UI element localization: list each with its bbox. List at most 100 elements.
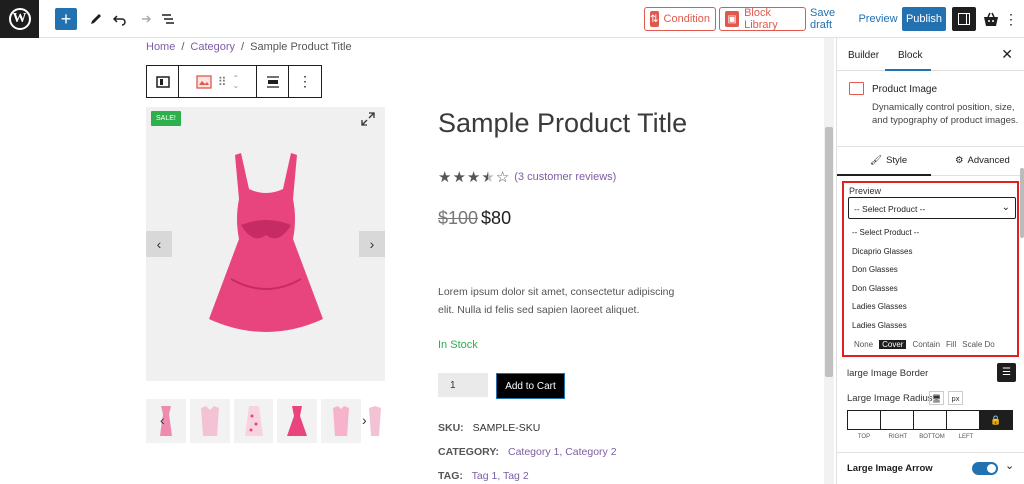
sale-badge: SALE!	[151, 111, 181, 126]
expand-icon[interactable]	[361, 112, 375, 129]
undo-icon[interactable]	[112, 8, 128, 30]
customer-reviews-link[interactable]: (3 customer reviews)	[514, 171, 616, 183]
star-empty-icon: ☆	[495, 169, 510, 186]
woo-basket-icon[interactable]	[982, 8, 1000, 30]
thumbnails-prev-arrow[interactable]: ‹	[160, 412, 165, 428]
drag-handle-icon[interactable]: ⠿	[218, 75, 227, 89]
list-view-icon[interactable]	[160, 8, 176, 30]
block-library-button[interactable]: ▣ Block Library	[719, 7, 806, 31]
category-link[interactable]: Category 2	[565, 446, 616, 458]
dropdown-option[interactable]: Don Glasses	[848, 279, 1016, 298]
object-fit-options: None Cover Contain Fill Scale Do	[854, 340, 995, 349]
lock-icon[interactable]: 🔒	[979, 410, 1013, 430]
object-fit-option[interactable]: Scale Do	[962, 340, 994, 349]
pink-dress-image	[209, 153, 323, 332]
settings-sidebar: Builder Block ✕ Product Image Dynamicall…	[836, 38, 1024, 484]
move-up-down-icon[interactable]: ⌃ ⌄	[233, 74, 240, 89]
radius-label-top: TOP	[857, 434, 871, 440]
thumbnail-4[interactable]	[277, 399, 318, 443]
category-link[interactable]: Category 1	[508, 446, 559, 458]
product-main-image[interactable]: SALE! ‹ ›	[146, 107, 385, 381]
block-type-switcher[interactable]: ⠿ ⌃ ⌄	[179, 66, 257, 97]
radius-bottom-input[interactable]	[913, 410, 947, 430]
product-thumbnails: ‹ ›	[146, 398, 385, 444]
add-block-button[interactable]: +	[55, 8, 77, 30]
old-price: $100	[438, 208, 479, 228]
image-next-arrow[interactable]: ›	[359, 231, 385, 257]
tab-builder[interactable]: Builder	[848, 50, 879, 61]
tab-advanced[interactable]: ⚙ Advanced	[955, 155, 1010, 166]
redo-icon[interactable]	[136, 8, 152, 30]
thumbnail-2[interactable]	[189, 399, 230, 443]
breadcrumb: Home / Category / Sample Product Title	[146, 41, 352, 53]
object-fit-option[interactable]: None	[854, 340, 873, 349]
condition-label: Condition	[663, 13, 710, 25]
gear-icon: ⚙	[955, 155, 964, 166]
object-fit-option[interactable]: Cover	[879, 340, 907, 349]
radius-label-bottom: BOTTOM	[919, 434, 945, 440]
select-product-value: -- Select Product --	[854, 204, 926, 214]
preview-button[interactable]: Preview	[858, 8, 897, 30]
breadcrumb-category[interactable]: Category	[190, 41, 235, 53]
chevron-down-icon[interactable]: ⌄	[1005, 459, 1014, 472]
radius-label-right: RIGHT	[888, 434, 908, 440]
breadcrumb-separator: /	[241, 41, 245, 53]
radius-left-input[interactable]	[946, 410, 980, 430]
desktop-icon[interactable]: 🖥	[929, 391, 944, 405]
publish-button[interactable]: Publish	[902, 7, 946, 31]
align-button[interactable]	[257, 66, 289, 97]
select-product-dropdown[interactable]: -- Select Product -- ⌄	[848, 197, 1016, 219]
preview-label: Preview	[849, 186, 882, 196]
close-icon[interactable]: ✕	[1001, 46, 1013, 63]
sidebar-scrollbar[interactable]	[1020, 168, 1024, 238]
radius-right-input[interactable]	[880, 410, 914, 430]
block-options-button[interactable]: ⋮	[289, 66, 321, 97]
thumbnail-3[interactable]	[233, 399, 274, 443]
dropdown-option[interactable]: Don Glasses	[848, 260, 1016, 279]
radius-unit-controls: 🖥 px	[929, 391, 963, 405]
sidebar-icon	[958, 13, 970, 25]
pencil-icon[interactable]	[88, 8, 104, 30]
add-to-cart-button[interactable]: Add to Cart	[496, 373, 565, 399]
object-fit-option[interactable]: Fill	[946, 340, 956, 349]
thumbnail-5[interactable]	[321, 399, 362, 443]
border-settings-icon[interactable]: ☰	[997, 363, 1016, 382]
quantity-input[interactable]	[438, 373, 488, 397]
editor-topbar: W + ⇅ Condition ▣ Block Library Save dra…	[0, 0, 1024, 38]
thumbnails-next-arrow[interactable]: ›	[362, 412, 367, 428]
thumbnail-6[interactable]	[365, 399, 385, 443]
category-label: CATEGORY:	[438, 446, 500, 458]
tag-link[interactable]: Tag 1	[472, 470, 498, 482]
more-options-icon[interactable]: ⋮	[1004, 8, 1018, 30]
radius-top-input[interactable]	[847, 410, 881, 430]
product-categories: CATEGORY: Category 1, Category 2	[438, 446, 617, 458]
parent-block-button[interactable]	[147, 66, 179, 97]
wordpress-logo[interactable]: W	[0, 0, 39, 38]
dropdown-option[interactable]: -- Select Product --	[848, 223, 1016, 242]
tab-block[interactable]: Block	[898, 50, 922, 61]
radius-label-left: LEFT	[958, 434, 974, 440]
thumbnail-1[interactable]	[146, 399, 186, 443]
radius-unit-px[interactable]: px	[948, 391, 963, 405]
dropdown-option[interactable]: Ladies Glasses	[848, 297, 1016, 316]
object-fit-option[interactable]: Contain	[912, 340, 940, 349]
dropdown-option[interactable]: Ladies Glasses	[848, 316, 1016, 335]
star-half-icon: ★	[481, 169, 495, 186]
condition-button[interactable]: ⇅ Condition	[644, 7, 716, 31]
block-description: Dynamically control position, size, and …	[872, 102, 1019, 126]
canvas-scrollbar-thumb[interactable]	[825, 127, 833, 377]
save-draft-button[interactable]: Save draft	[810, 7, 852, 31]
image-prev-arrow[interactable]: ‹	[146, 231, 172, 257]
select-product-options: -- Select Product -- Dicaprio Glasses Do…	[848, 223, 1016, 339]
large-image-arrow-toggle[interactable]	[972, 462, 998, 475]
canvas-scrollbar[interactable]	[824, 38, 834, 484]
chevron-down-icon: ⌄	[1001, 202, 1010, 213]
breadcrumb-home[interactable]: Home	[146, 41, 175, 53]
style-advanced-tabs: 🖌 Style ⚙ Advanced	[837, 146, 1024, 176]
tag-link[interactable]: Tag 2	[503, 470, 529, 482]
tab-style[interactable]: 🖌 Style	[870, 155, 907, 166]
block-card: Product Image Dynamically control positi…	[837, 71, 1024, 141]
settings-panel-toggle[interactable]	[952, 7, 976, 31]
dropdown-option[interactable]: Dicaprio Glasses	[848, 242, 1016, 261]
large-image-border-label: large Image Border	[847, 368, 929, 379]
